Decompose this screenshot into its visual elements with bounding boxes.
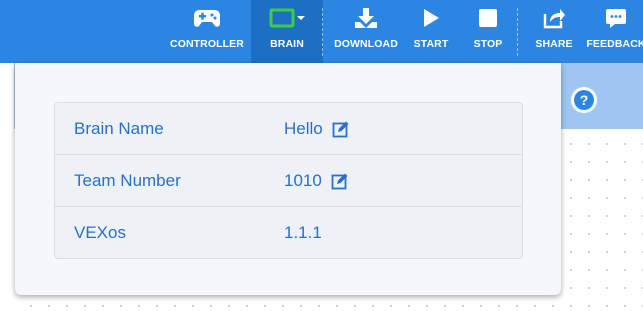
brain-name-value: Hello xyxy=(284,118,323,138)
brain-button[interactable]: BRAIN xyxy=(251,0,323,63)
stop-label: STOP xyxy=(473,38,503,50)
vexos-value-group: 1.1.1 xyxy=(284,223,322,243)
share-icon xyxy=(542,0,566,36)
vexos-row: VEXos 1.1.1 xyxy=(55,206,522,258)
brain-info-table: Brain Name Hello Team Number 1010 VEXos … xyxy=(54,102,523,259)
download-icon xyxy=(353,0,379,36)
controller-button[interactable]: CONTROLLER xyxy=(164,0,250,63)
brain-name-value-group: Hello xyxy=(284,119,350,139)
feedback-button[interactable]: FEEDBACK xyxy=(583,0,643,63)
share-label: SHARE xyxy=(535,38,573,50)
team-number-label: Team Number xyxy=(74,170,181,190)
vexos-version-value: 1.1.1 xyxy=(284,222,322,242)
toolbar-divider xyxy=(322,8,323,56)
download-button[interactable]: DOWNLOAD xyxy=(330,0,402,63)
brain-name-row: Brain Name Hello xyxy=(55,103,522,154)
edit-icon[interactable] xyxy=(331,172,349,190)
toolbar-divider xyxy=(517,8,518,56)
team-number-row: Team Number 1010 xyxy=(55,154,522,206)
download-label: DOWNLOAD xyxy=(334,38,398,50)
edit-icon[interactable] xyxy=(332,120,350,138)
gamepad-icon xyxy=(193,0,221,36)
brain-info-popup: Brain Name Hello Team Number 1010 VEXos … xyxy=(15,63,561,295)
workspace-left-edge xyxy=(0,63,14,311)
stop-icon xyxy=(477,0,499,36)
stop-button[interactable]: STOP xyxy=(465,0,511,63)
share-button[interactable]: SHARE xyxy=(530,0,578,63)
feedback-icon xyxy=(605,0,627,36)
brain-name-label: Brain Name xyxy=(74,118,164,138)
team-number-value: 1010 xyxy=(284,170,322,190)
start-label: START xyxy=(413,38,449,50)
play-icon xyxy=(421,0,441,36)
help-button[interactable]: ? xyxy=(571,87,597,113)
brain-label: BRAIN xyxy=(270,38,304,50)
vexos-label: VEXos xyxy=(74,222,126,242)
help-icon: ? xyxy=(574,90,594,110)
team-number-value-group: 1010 xyxy=(284,171,349,191)
brain-screen-icon xyxy=(267,0,307,36)
top-toolbar: CONTROLLER BRAIN DOWNLOAD START STOP SHA… xyxy=(0,0,643,63)
feedback-label: FEEDBACK xyxy=(586,38,643,50)
controller-label: CONTROLLER xyxy=(170,38,244,50)
start-button[interactable]: START xyxy=(408,0,454,63)
